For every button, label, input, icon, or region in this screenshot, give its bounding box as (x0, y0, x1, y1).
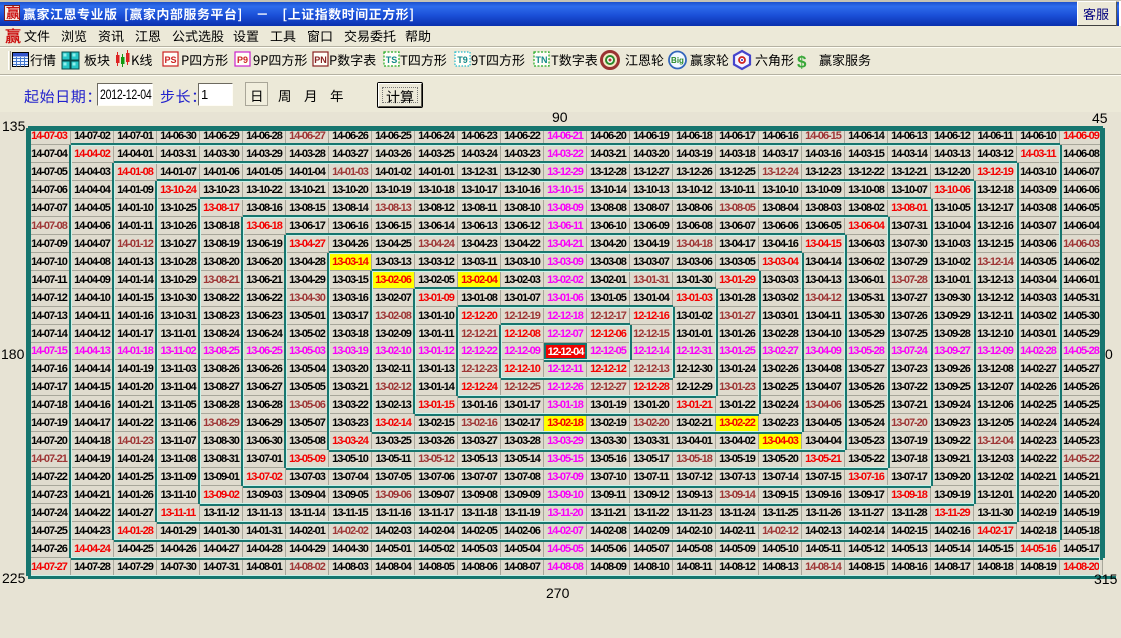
svg-text:T9: T9 (457, 55, 468, 65)
svg-text:TS: TS (386, 55, 398, 65)
svg-text:PN: PN (314, 55, 327, 65)
svg-text:TN: TN (536, 55, 548, 65)
svg-text:P9: P9 (237, 55, 248, 65)
svg-text:PS: PS (164, 55, 176, 65)
svg-text:$: $ (797, 53, 807, 72)
svg-text:Big: Big (671, 56, 684, 65)
